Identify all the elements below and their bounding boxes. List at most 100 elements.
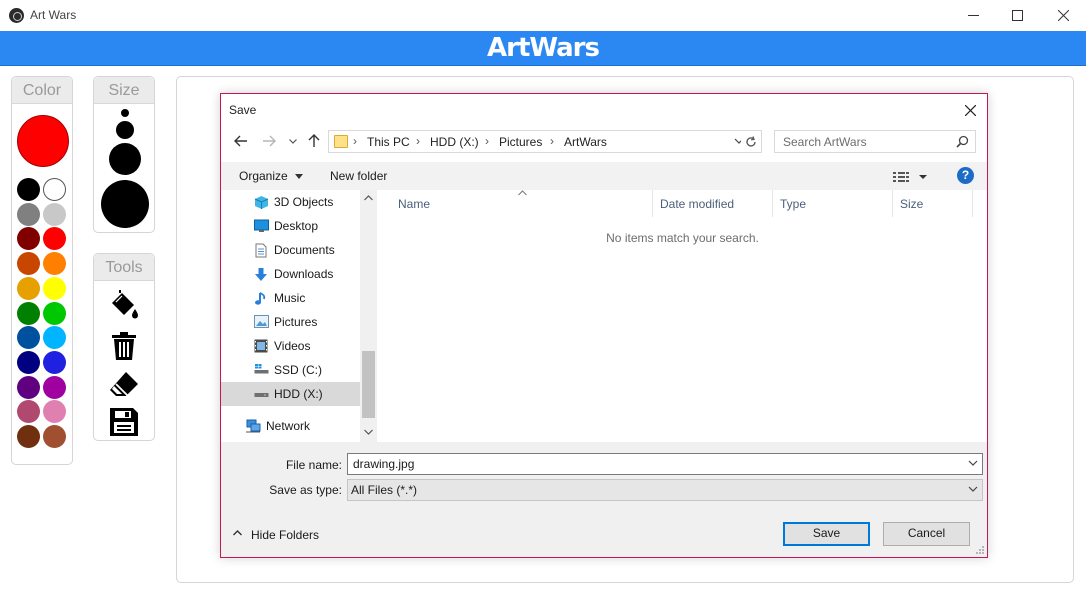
nav-item-label: Documents (274, 243, 335, 257)
color-swatch[interactable] (17, 301, 40, 325)
up-button[interactable] (305, 132, 323, 150)
desktop-icon (254, 219, 269, 233)
forward-button[interactable] (259, 132, 279, 150)
column-header-date-modified[interactable]: Date modified (653, 190, 773, 217)
refresh-button[interactable] (741, 130, 762, 153)
breadcrumb-artwars[interactable]: ArtWars (564, 135, 607, 149)
nav-item-downloads[interactable]: Downloads (221, 262, 360, 286)
nav-scrollbar-thumb[interactable] (362, 351, 375, 418)
window-title: Art Wars (30, 8, 77, 22)
nav-item-ssd-c[interactable]: SSD (C:) (221, 358, 360, 382)
color-swatch[interactable] (43, 178, 66, 201)
network-icon (245, 419, 261, 433)
file-name-value: drawing.jpg (353, 457, 415, 471)
color-swatch[interactable] (43, 425, 66, 448)
nav-item-desktop[interactable]: Desktop (221, 214, 360, 238)
nav-item-label: 3D Objects (274, 195, 334, 209)
color-swatch[interactable] (17, 400, 40, 424)
nav-item-label: Downloads (274, 267, 334, 281)
color-swatch[interactable] (17, 375, 40, 399)
save-as-type-value: All Files (*.*) (351, 483, 418, 497)
trash-icon (112, 332, 136, 360)
hide-folders-button[interactable]: Hide Folders (233, 528, 319, 542)
breadcrumb-hdd[interactable]: HDD (X:) (430, 135, 479, 149)
column-header-size[interactable]: Size (893, 190, 973, 217)
color-swatch[interactable] (43, 375, 66, 399)
nav-item-label: SSD (C:) (274, 363, 322, 377)
caret-down-icon (295, 174, 304, 180)
close-window-button[interactable] (1048, 4, 1078, 26)
cancel-button[interactable]: Cancel (883, 522, 970, 546)
color-swatch[interactable] (17, 350, 40, 374)
nav-item-label: Network (266, 419, 311, 433)
nav-item-hdd-x[interactable]: HDD (X:) (221, 382, 360, 406)
nav-item-label: Pictures (274, 315, 318, 329)
organize-menu[interactable]: Organize (239, 169, 304, 183)
paint-bucket-icon (112, 290, 138, 319)
save-as-type-select[interactable]: All Files (*.*) (347, 479, 983, 501)
dialog-close-button[interactable] (959, 100, 981, 120)
nav-item-music[interactable]: Music (221, 286, 360, 310)
trash-tool[interactable] (107, 329, 141, 363)
brush-size-medium[interactable] (116, 121, 134, 139)
nav-item-3d-objects[interactable]: 3D Objects (221, 190, 360, 214)
color-swatch[interactable] (43, 252, 66, 276)
maximize-icon (1011, 9, 1023, 21)
color-swatch[interactable] (17, 276, 40, 300)
address-bar[interactable]: › This PC › HDD (X:) › Pictures › ArtWar… (328, 130, 762, 153)
color-swatch[interactable] (43, 400, 66, 424)
color-swatch[interactable] (43, 326, 66, 350)
column-header-name[interactable]: Name (391, 190, 653, 217)
help-icon[interactable]: ? (957, 167, 974, 184)
recent-locations-button[interactable] (287, 132, 299, 150)
view-options-button[interactable] (893, 170, 931, 188)
nav-item-pictures[interactable]: Pictures (221, 310, 360, 334)
chevron-down-icon (968, 486, 978, 492)
paint-bucket-tool[interactable] (107, 288, 141, 322)
dialog-toolbar: Organize New folder ? (221, 162, 987, 190)
save-button[interactable]: Save (783, 522, 870, 546)
breadcrumb-pictures[interactable]: Pictures (499, 135, 542, 149)
videos-icon (254, 339, 269, 353)
color-swatch[interactable] (17, 425, 40, 448)
column-header-type[interactable]: Type (773, 190, 893, 217)
brush-size-xlarge[interactable] (101, 180, 149, 228)
brush-size-large[interactable] (109, 143, 141, 175)
eraser-icon (110, 372, 138, 397)
color-swatch[interactable] (17, 227, 40, 251)
nav-item-documents[interactable]: Documents (221, 238, 360, 262)
file-name-label: File name: (285, 458, 342, 472)
eraser-tool[interactable] (107, 367, 141, 401)
color-swatch[interactable] (17, 326, 40, 350)
nav-item-network[interactable]: Network (221, 414, 360, 438)
organize-label: Organize (239, 169, 288, 183)
color-swatch[interactable] (17, 202, 40, 226)
minimize-button[interactable] (958, 4, 988, 26)
navigation-pane: 3D Objects Desktop Documents Downloads Music… (221, 190, 377, 442)
breadcrumb-this-pc[interactable]: This PC (367, 135, 410, 149)
file-name-input[interactable]: drawing.jpg (347, 453, 983, 475)
brush-size-small[interactable] (121, 109, 129, 117)
color-swatch[interactable] (43, 301, 66, 325)
color-swatch[interactable] (17, 252, 40, 276)
color-swatch[interactable] (17, 178, 40, 201)
nav-item-label: Music (274, 291, 306, 305)
maximize-button[interactable] (1002, 4, 1032, 26)
color-swatch[interactable] (43, 350, 66, 374)
color-swatch[interactable] (43, 276, 66, 300)
save-tool[interactable] (107, 405, 141, 439)
close-icon (964, 104, 976, 116)
color-swatch[interactable] (43, 227, 66, 251)
new-folder-button[interactable]: New folder (330, 169, 387, 183)
back-button[interactable] (231, 132, 251, 150)
search-input[interactable]: Search ArtWars (774, 130, 976, 153)
scroll-up-icon (364, 195, 373, 201)
current-color-swatch (17, 115, 69, 167)
arrow-up-icon (308, 134, 320, 147)
nav-scrollbar[interactable] (360, 190, 377, 442)
color-swatch[interactable] (43, 202, 66, 226)
documents-icon (254, 243, 269, 258)
breadcrumb-chevron-icon: › (353, 134, 357, 148)
save-icon (110, 408, 138, 436)
nav-item-videos[interactable]: Videos (221, 334, 360, 358)
